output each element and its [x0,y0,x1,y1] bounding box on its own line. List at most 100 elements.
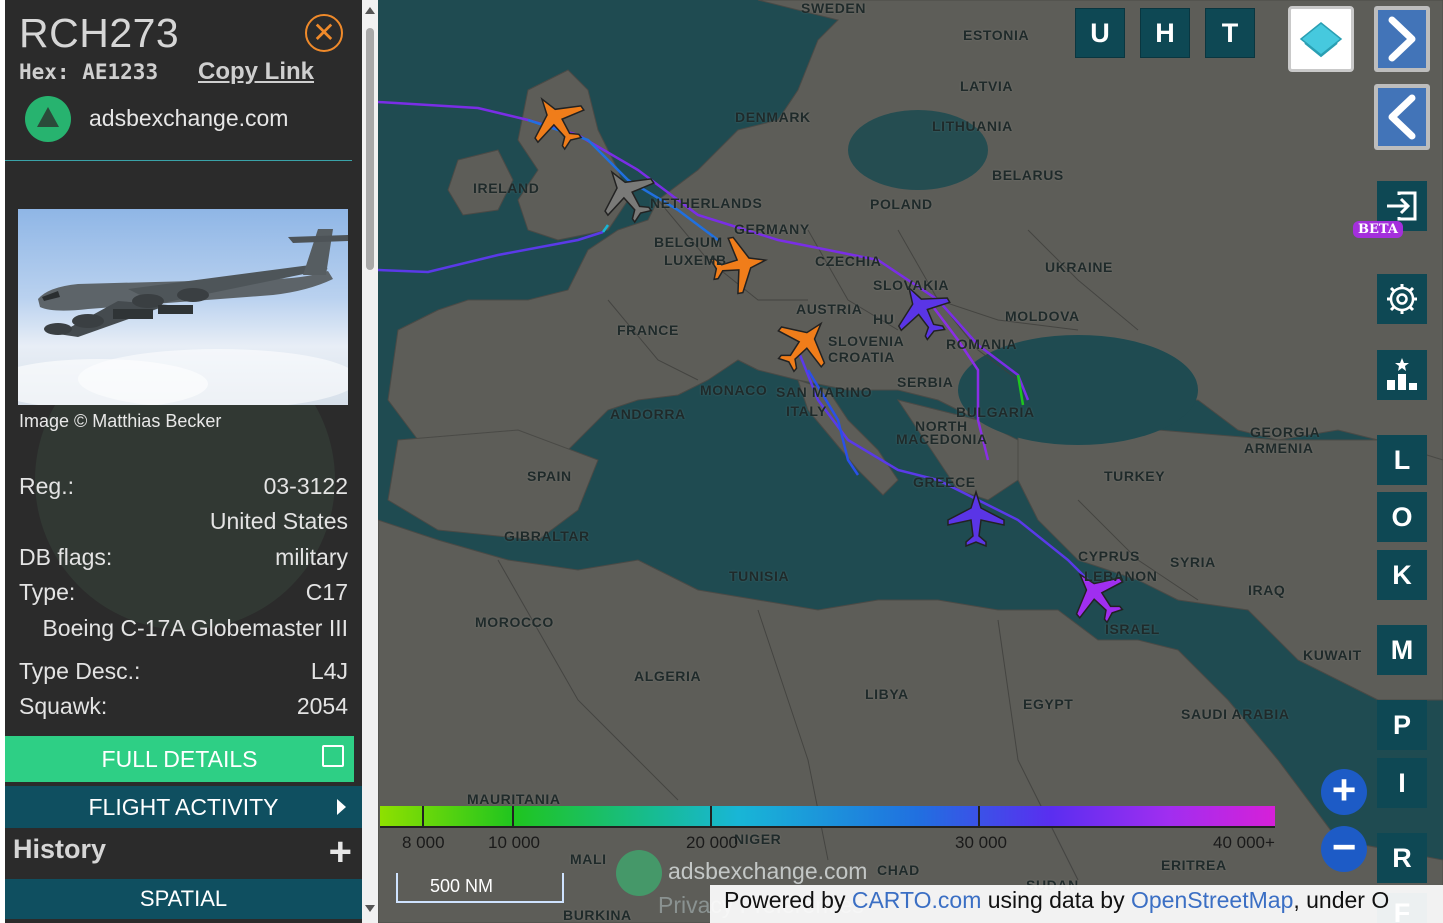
country-label: ROMANIA [946,336,1018,352]
country-label: MACEDONIA [896,431,988,447]
reg-label: Reg.: [19,473,74,499]
toggle-p-button[interactable]: P [1377,700,1427,750]
toggle-k-button[interactable]: K [1377,550,1427,600]
legend-label: 30 000 [955,833,1007,852]
full-details-button[interactable]: FULL DETAILS [5,736,354,782]
collapse-left-button[interactable] [1374,84,1430,150]
aircraft-photo[interactable] [18,209,348,405]
country-label: NETHERLANDS [650,195,763,211]
country-label: NIGER [734,831,782,847]
external-link-icon [322,745,344,767]
podium-icon [1387,358,1417,390]
scroll-up-arrow-icon[interactable] [365,7,375,14]
toggle-m-button[interactable]: M [1377,625,1427,675]
openstreetmap-link[interactable]: OpenStreetMap [1131,887,1293,913]
expand-right-button[interactable] [1374,6,1430,72]
country-label: MOLDOVA [1005,308,1080,324]
country-label: LEBANON [1084,568,1158,584]
toggle-h-button[interactable]: H [1140,8,1190,58]
country-label: ERITREA [1161,857,1227,873]
type-full-name: Boeing C-17A Globemaster III [42,615,348,641]
country-label: ESTONIA [963,27,1030,43]
country-label: LUXEMB [664,252,727,268]
sidebar-scrollbar[interactable] [362,0,378,923]
spatial-button[interactable]: SPATIAL [5,879,362,919]
country-label: SERBIA [897,374,954,390]
legend-label: 20 000 [686,833,738,852]
hex-value: AE1233 [82,60,159,84]
toggle-i-button[interactable]: I [1377,758,1427,808]
country-label: DENMARK [735,109,811,125]
c17-aircraft-illustration [18,229,348,405]
site-link[interactable]: adsbexchange.com [89,105,288,132]
country-label: SLOVENIA [828,333,905,349]
country-label: TURKEY [1104,468,1166,484]
country-label: LITHUANIA [932,118,1013,134]
scale-label: 500 NM [430,876,494,896]
country-label: GEORGIA [1250,424,1321,440]
beta-badge: BETA [1353,221,1403,238]
chevron-right-icon [1378,10,1426,68]
legend-tick [978,806,980,828]
legend-label: 40 000+ [1213,833,1275,852]
country-label: SPAIN [527,468,572,484]
copy-link[interactable]: Copy Link [198,58,314,86]
toggle-t-button[interactable]: T [1205,8,1255,58]
map-view[interactable]: SWEDEN ESTONIA LATVIA DENMARK LITHUANIA … [378,0,1443,923]
country-label: CZECHIA [815,253,882,269]
country-label: MAURITANIA [467,791,561,807]
adsbexchange-logo-icon[interactable] [25,96,71,142]
country-value: United States [209,508,348,534]
country-label: SAUDI ARABIA [1181,706,1290,722]
close-panel-button[interactable]: ✕ [305,14,343,52]
country-label: GIBRALTAR [504,528,590,544]
country-label: SWEDEN [801,0,867,16]
watermark-logo-icon [616,850,662,896]
attribution-under: , under O [1293,887,1390,913]
leaderboard-button[interactable] [1377,350,1427,400]
type-label: Type: [19,579,76,605]
plus-icon: + [1331,766,1357,813]
photo-credit: Image © Matthias Becker [19,411,222,431]
legend-label: 10 000 [488,833,540,852]
type-value: C17 [305,579,348,605]
flight-activity-label: FLIGHT ACTIVITY [88,794,279,820]
country-label: ISRAEL [1105,621,1160,637]
close-icon: ✕ [312,17,336,48]
layers-icon [1299,22,1343,58]
dbflags-label: DB flags: [19,544,113,570]
flight-activity-button[interactable]: FLIGHT ACTIVITY [5,786,362,828]
history-expand-plus-icon[interactable]: + [329,832,352,872]
toggle-r-button[interactable]: R [1377,833,1427,883]
map-layers-button[interactable] [1288,6,1354,72]
toggle-l-button[interactable]: L [1377,435,1427,485]
zoom-in-button[interactable]: + [1321,769,1367,815]
aircraft-info-panel-body: RCH273 ✕ Hex: AE1233 Copy Link adsbexcha… [5,0,362,923]
country-label: FRANCE [617,322,679,338]
map-attribution: Powered by CARTO.com using data by OpenS… [710,885,1443,923]
altitude-color-legend [380,806,1275,828]
country-label: CYPRUS [1078,548,1140,564]
carto-link[interactable]: CARTO.com [852,887,982,913]
country-label: SLOVAKIA [873,277,950,293]
zoom-out-button[interactable]: − [1321,826,1367,872]
country-label: MOROCCO [475,614,554,630]
history-header[interactable]: History [13,834,106,865]
scrollbar-thumb[interactable] [366,28,374,270]
country-label: AUSTRIA [796,301,863,317]
scroll-down-arrow-icon[interactable] [365,905,375,912]
toggle-o-button[interactable]: O [1377,492,1427,542]
settings-button[interactable] [1377,274,1427,324]
country-label: SAN MARINO [776,384,873,400]
toggle-u-button[interactable]: U [1075,8,1125,58]
country-label: LIBYA [865,686,909,702]
chevron-right-icon [337,799,346,815]
reg-value[interactable]: 03-3122 [264,473,348,500]
country-label: ARMENIA [1244,440,1314,456]
typedesc-label: Type Desc.: [19,658,141,684]
country-label: BURKINA [563,907,632,923]
country-label: UKRAINE [1045,259,1113,275]
country-label: KUWAIT [1303,647,1362,663]
attribution-powered: Powered by [724,887,846,913]
country-label: MALI [570,851,607,867]
